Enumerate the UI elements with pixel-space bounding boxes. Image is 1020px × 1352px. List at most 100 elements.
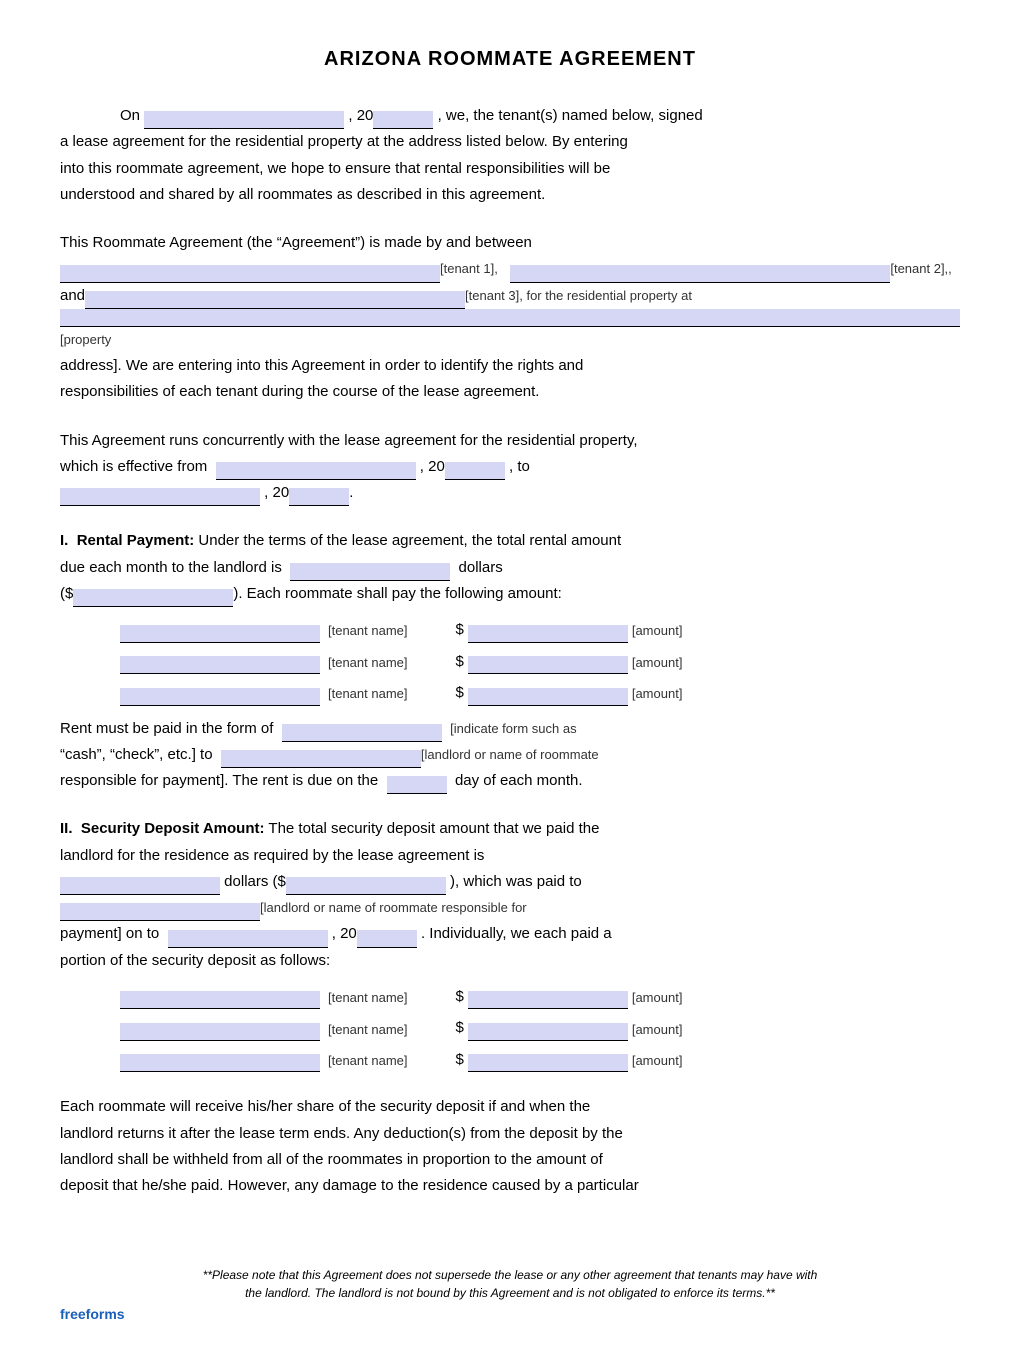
s1-t1-amount-label: [amount] [632, 620, 683, 642]
s2-tenant1-name-field[interactable] [120, 991, 320, 1009]
footer-brand: freeforms [60, 1306, 960, 1322]
s2-tenant2-name-field[interactable] [120, 1023, 320, 1041]
s1-text5: ). Each roommate shall pay the following… [233, 585, 562, 602]
s1-dollar-amount-field[interactable] [73, 589, 233, 607]
final-line1: Each roommate will receive his/her share… [60, 1098, 590, 1115]
s1-monthly-amount-field[interactable] [290, 563, 450, 581]
intro-date-field[interactable] [144, 111, 344, 129]
s2-tenant1-amount-field[interactable] [468, 991, 628, 1009]
s2-t3-amount-label: [amount] [632, 1050, 683, 1072]
final-line3: landlord shall be withheld from all of t… [60, 1151, 603, 1168]
s1-text4: ($ [60, 585, 73, 602]
s2-tenant-table: [tenant name] $ [amount] [tenant name] $… [120, 984, 840, 1073]
property-field[interactable] [60, 309, 960, 327]
s1-cash-check-field[interactable] [221, 750, 421, 768]
s2-landlord-field[interactable] [60, 903, 260, 921]
s2-date-field[interactable] [168, 930, 328, 948]
tenant2-field[interactable] [510, 265, 890, 283]
s2-tenant1-amount-cell: $ [amount] [456, 984, 683, 1010]
s1-tenant2-amount-cell: $ [amount] [456, 649, 683, 675]
intro-line3: into this roommate agreement, we hope to… [60, 160, 610, 177]
s2-dollars-label: dollars ($ [224, 873, 286, 890]
s2-dollars-field[interactable] [60, 877, 220, 895]
intro-section: On , 20 , we, the tenant(s) named below,… [60, 103, 960, 208]
parties-section: This Roommate Agreement (the “Agreement”… [60, 230, 960, 406]
footer-note: **Please note that this Agreement does n… [60, 1266, 960, 1302]
intro-line2: a lease agreement for the residential pr… [60, 133, 628, 150]
s2-landlord-label: [landlord or name of roommate responsibl… [260, 900, 527, 915]
table-row: [tenant name] $ [amount] [120, 649, 840, 675]
intro-on-label: On [120, 107, 140, 124]
final-line2: landlord returns it after the lease term… [60, 1125, 623, 1142]
s2-t3-dollar: $ [456, 1047, 464, 1073]
s1-tenant2-amount-field[interactable] [468, 656, 628, 674]
table-row: [tenant name] $ [amount] [120, 680, 840, 706]
effective-from-field[interactable] [216, 462, 416, 480]
s1-rent-form-label: [indicate form such as [450, 721, 576, 736]
footer-note-line2: the landlord. The landlord is not bound … [245, 1286, 775, 1300]
s1-text2: due each month to the landlord is [60, 559, 282, 576]
s2-tenant3-name-field[interactable] [120, 1054, 320, 1072]
s2-tenant2-label: [tenant name] [328, 1019, 408, 1041]
s2-year-field[interactable] [357, 930, 417, 948]
s1-title: Rental Payment: [77, 532, 195, 549]
s1-text1: Under the terms of the lease agreement, … [198, 532, 621, 549]
s1-tenant1-amount-field[interactable] [468, 625, 628, 643]
s1-cash-check: “cash”, “check”, etc.] to [60, 746, 213, 763]
tenant3-field[interactable] [85, 291, 465, 309]
s2-title: Security Deposit Amount: [81, 820, 265, 837]
s1-tenant3-amount-cell: $ [amount] [456, 680, 683, 706]
s1-tenant2-name-field[interactable] [120, 656, 320, 674]
s1-t1-dollar: $ [456, 617, 464, 643]
s2-tenant2-amount-cell: $ [amount] [456, 1015, 683, 1041]
s2-text1: The total security deposit amount that w… [268, 820, 599, 837]
s1-tenant1-label: [tenant name] [328, 620, 408, 642]
s1-rent-form-pre: Rent must be paid in the form of [60, 720, 273, 737]
concurrent-pre: This Agreement runs concurrently with th… [60, 432, 638, 449]
s2-tenant2-amount-field[interactable] [468, 1023, 628, 1041]
s1-tenant3-name-field[interactable] [120, 688, 320, 706]
s2-date-post: . Individually, we each paid a [421, 925, 612, 942]
s1-tenant2-label: [tenant name] [328, 652, 408, 674]
s1-t2-amount-label: [amount] [632, 652, 683, 674]
s1-dollars: dollars [459, 559, 503, 576]
s1-rent-form-field[interactable] [282, 724, 442, 742]
s2-date-mid: , 20 [332, 925, 357, 942]
final-line4: deposit that he/she paid. However, any d… [60, 1177, 639, 1194]
s1-tenant-table: [tenant name] $ [amount] [tenant name] $… [120, 617, 840, 706]
concurrent-section: This Agreement runs concurrently with th… [60, 428, 960, 507]
intro-year-pre: , 20 [348, 107, 373, 124]
footer: **Please note that this Agreement does n… [60, 1266, 960, 1322]
table-row: [tenant name] $ [amount] [120, 984, 840, 1010]
table-row: [tenant name] $ [amount] [120, 1047, 840, 1073]
s1-tenant3-amount-field[interactable] [468, 688, 628, 706]
tenant1-label: [tenant 1], [440, 261, 498, 276]
s1-t2-dollar: $ [456, 649, 464, 675]
property-label: [property [60, 332, 111, 347]
tenant3-label: [tenant 3], for the residential property… [465, 288, 692, 303]
s2-paid-to: ), which was paid to [450, 873, 582, 890]
end-year-field[interactable] [289, 488, 349, 506]
footer-note-line1: **Please note that this Agreement does n… [203, 1268, 818, 1282]
parties-post2: responsibilities of each tenant during t… [60, 383, 539, 400]
parties-pre: This Roommate Agreement (the “Agreement”… [60, 234, 532, 251]
s1-tenant1-amount-cell: $ [amount] [456, 617, 683, 643]
tenant1-field[interactable] [60, 265, 440, 283]
s2-tenant3-amount-field[interactable] [468, 1054, 628, 1072]
s1-landlord-label: [landlord or name of roommate [421, 747, 599, 762]
end-date-field[interactable] [60, 488, 260, 506]
s2-payment-label: payment] on to [60, 925, 159, 942]
which-from-label: which is effective from [60, 458, 207, 475]
s1-tenant1-name-field[interactable] [120, 625, 320, 643]
intro-year-field[interactable] [373, 111, 433, 129]
s1-heading: I. [60, 532, 68, 549]
concurrent-end: , 20 [264, 484, 289, 501]
and-label: and [60, 287, 85, 304]
intro-line1-post: , we, the tenant(s) named below, signed [438, 107, 703, 124]
section1: I. Rental Payment: Under the terms of th… [60, 528, 960, 794]
s2-t2-dollar: $ [456, 1015, 464, 1041]
s1-responsible: responsible for payment]. The rent is du… [60, 772, 378, 789]
s2-dollar-amount-field[interactable] [286, 877, 446, 895]
effective-year-field[interactable] [445, 462, 505, 480]
s1-day-field[interactable] [387, 776, 447, 794]
